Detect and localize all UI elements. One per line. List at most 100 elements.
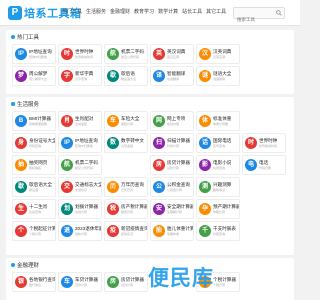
- tool-tile[interactable]: 测兴趣测算 趣味测试: [196, 177, 240, 197]
- tool-tile[interactable]: 房房贷计算器 贷款计算: [150, 155, 194, 175]
- section-title-text: 热门工具: [17, 35, 40, 41]
- tool-description: 汉英互译: [213, 55, 226, 59]
- tool-icon: 网: [153, 115, 165, 127]
- tool-tile[interactable]: 千千支时辰表 时辰查询: [196, 221, 240, 241]
- tool-tile[interactable]: 划划拨计算器 在线计算: [58, 199, 102, 219]
- tool-tile[interactable]: 数数字转中文 大写金额: [104, 133, 148, 153]
- tool-description: 周公解梦大全: [29, 77, 48, 81]
- tool-description: 个税计算: [29, 232, 42, 236]
- tool-tile[interactable]: 航机票二字码 航空公司代码: [104, 44, 148, 64]
- tool-icon: 抽: [15, 159, 27, 171]
- tool-tile[interactable]: 胎胎儿体重计算 孕期体重: [150, 221, 194, 241]
- tool-tile[interactable]: 歇歇后语大全 歇后语: [12, 177, 56, 197]
- tool-icon: 车: [107, 115, 119, 127]
- tool-text: IP地址查询 查询IP归属地: [75, 138, 98, 148]
- nav-item-finance[interactable]: 金融理财: [110, 8, 130, 15]
- tool-icon: 孕: [199, 203, 211, 215]
- tool-description: 孕期体重: [167, 232, 180, 236]
- search-input[interactable]: [234, 14, 274, 25]
- tool-tile[interactable]: 历万年历查询 日历农历: [104, 177, 148, 197]
- tool-tile[interactable]: 生十二生肖 生肖查询: [12, 199, 56, 219]
- tool-tile[interactable]: 公公积金查询 公积金计算: [150, 177, 194, 197]
- nav-item-webmaster[interactable]: 站长工具: [182, 8, 202, 15]
- tool-description: 贷款计算: [121, 283, 134, 287]
- tool-tile[interactable]: 安安全期计算器 生理期计算: [150, 199, 194, 219]
- tool-text: 谜语大全 谜语猜猜: [213, 71, 231, 81]
- tool-grid: B BMI计算器 身体质量指数肖生肖配对 生肖速配车车险大全 保险计算网网上专项 在线办理…: [12, 111, 287, 243]
- nav-item-math[interactable]: 数学计算: [158, 8, 178, 15]
- tool-tile[interactable]: 谜谜语大全 谜语猜猜: [196, 66, 240, 86]
- tool-tile[interactable]: 税房产税计算器 税费计算: [104, 199, 148, 219]
- tool-tile[interactable]: 梦周公解梦 周公解梦大全: [12, 66, 56, 86]
- tool-description: 日历农历: [121, 188, 134, 192]
- tool-description: 趣味测试: [213, 188, 226, 192]
- tool-tile[interactable]: 交交通标志大全 交通标识: [58, 177, 102, 197]
- tool-text: 周公解梦 周公解梦大全: [29, 71, 47, 81]
- section-dot-icon: [11, 35, 15, 39]
- tool-icon: 扫: [153, 137, 165, 149]
- tool-tile[interactable]: 字新华字典 汉字查询: [58, 66, 102, 86]
- tool-description: 税费计算: [121, 210, 134, 214]
- tool-icon: 生: [15, 203, 27, 215]
- tool-tile[interactable]: 影电影小说 在线查询: [196, 155, 240, 175]
- tool-description: 在线计算: [75, 210, 88, 214]
- tool-text: 电影小说 在线查询: [213, 160, 231, 170]
- logo-mark-icon: P: [8, 6, 22, 20]
- tool-tile[interactable]: 电电话 号码归属: [242, 155, 286, 175]
- tool-tile[interactable]: IP IP地址查询 查询IP归属地: [58, 133, 102, 153]
- tool-tile[interactable]: 车车贷计算器 贷款计算: [58, 272, 102, 292]
- tool-description: 随机抽取: [29, 166, 42, 170]
- watermark-text: 便民库: [148, 267, 214, 290]
- tool-tile[interactable]: B BMI计算器 身体质量指数: [12, 111, 56, 131]
- section-life-services: 生活服务 B BMI计算器 身体质量指数肖生肖配对 生肖速配车车险大全 保险计算网网上专…: [6, 97, 294, 255]
- tool-tile[interactable]: 肖生肖配对 生肖速配: [58, 111, 102, 131]
- tool-description: 谜语猜猜: [213, 77, 226, 81]
- tool-description: 银行信息: [29, 283, 42, 287]
- nav-item-other[interactable]: 其它工具: [206, 8, 226, 15]
- nav-item-education[interactable]: 教育学习: [134, 8, 154, 15]
- tool-tile[interactable]: 译智能翻译 在线翻译: [150, 66, 194, 86]
- tool-tile[interactable]: 歇歇后语 歇后语大全: [104, 66, 148, 86]
- tool-icon: 房: [107, 276, 119, 288]
- tool-tile[interactable]: IP IP地址查询 查询IP归属地: [12, 44, 56, 64]
- tool-tile[interactable]: 银各地银行查询 银行信息: [12, 272, 56, 292]
- tool-icon: 房: [153, 159, 165, 171]
- tool-tile[interactable]: 房房贷计算器 贷款计算: [104, 272, 148, 292]
- tool-text: 万年历查询 日历农历: [121, 182, 144, 192]
- tool-text: 个税起征计算器个税计算: [29, 226, 55, 236]
- tool-tile[interactable]: 扫扫描计算器 科学计算: [150, 133, 194, 153]
- tool-tile[interactable]: 话国际电话 区号查询: [196, 133, 240, 153]
- tool-tile[interactable]: 孕预产期计算器 孕期计算: [196, 199, 240, 219]
- tool-tile[interactable]: 抽抽奖网页 随机抽取: [12, 155, 56, 175]
- tool-grid: IP IP地址查询 查询IP归属地时世界时钟 世界各地时间航机票二字码 航空公司代码英英…: [12, 44, 287, 88]
- tool-tile[interactable]: 时世界时钟 世界各地时间: [242, 133, 286, 153]
- search-icon[interactable]: [276, 10, 282, 16]
- tool-tile[interactable]: 汉汉英词典 汉英互译: [196, 44, 240, 64]
- nav-item-life-services[interactable]: 生活服务: [86, 8, 106, 15]
- tool-text: 车贷计算器 贷款计算: [75, 277, 98, 287]
- tool-tile[interactable]: 体标准体重 体重计算器: [196, 111, 240, 131]
- tool-tile[interactable]: 英英汉词典 英汉互译: [150, 44, 194, 64]
- tool-description: 疫情实况: [121, 232, 134, 236]
- tool-tile[interactable]: 疫新冠疫情查询 疫情实况: [104, 221, 148, 241]
- section-title-text: 金融理财: [17, 263, 40, 269]
- tool-description: 个税计算: [213, 283, 226, 287]
- tool-text: 标准体重 体重计算器: [213, 116, 231, 126]
- tool-tile[interactable]: 航机票二字码 航空公司代码: [58, 155, 102, 175]
- tool-text: 各地银行查询 银行信息: [29, 277, 55, 287]
- tool-text: BMI计算器 身体质量指数: [29, 116, 51, 126]
- tool-tile[interactable]: 退 2023退休年龄 退休计算: [58, 221, 102, 241]
- tool-icon: 银: [15, 276, 27, 288]
- tool-tile[interactable]: 时世界时钟 世界各地时间: [58, 44, 102, 64]
- tool-icon: 汉: [199, 48, 211, 60]
- tool-tile[interactable]: 个个税起征计算器个税计算: [12, 221, 56, 241]
- tool-tile[interactable]: 网网上专项 在线办理: [150, 111, 194, 131]
- tool-tile[interactable]: 车车险大全 保险计算: [104, 111, 148, 131]
- tool-icon: 税: [107, 203, 119, 215]
- tool-text: 房贷计算器 贷款计算: [167, 160, 190, 170]
- nav-item-hot-tools[interactable]: 热门工具: [62, 8, 82, 15]
- tool-tile[interactable]: 身身份证号大全 号码查询: [12, 133, 56, 153]
- main-nav: 热门工具 生活服务 金融理财 教育学习 数学计算 站长工具 其它工具: [62, 8, 226, 15]
- section-hot-tools: 热门工具 IP IP地址查询 查询IP归属地时世界时钟 世界各地时间航机票二字码 航空公…: [6, 30, 294, 94]
- tool-icon: 历: [107, 181, 119, 193]
